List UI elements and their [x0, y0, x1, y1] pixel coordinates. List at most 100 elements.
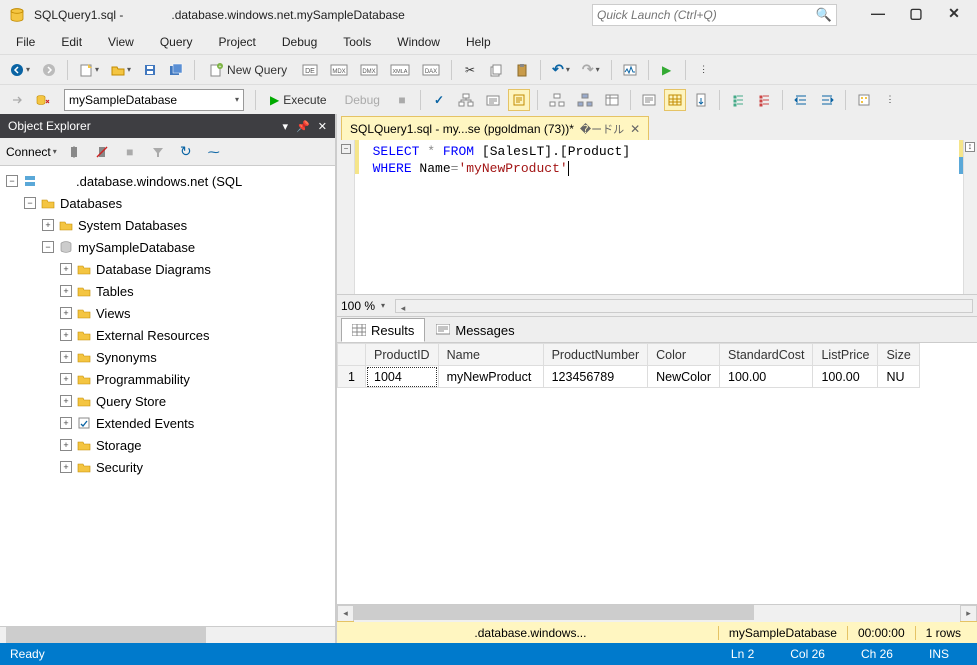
panel-close-icon[interactable]: ✕: [318, 120, 327, 133]
indent-button[interactable]: [790, 89, 812, 111]
start-debug-button[interactable]: ▶: [656, 59, 678, 81]
toolbar-overflow-button[interactable]: ⋮: [693, 59, 715, 81]
toolbar2-overflow-button[interactable]: ⋮: [879, 89, 901, 111]
expand-icon[interactable]: +: [60, 263, 72, 275]
dropdown-icon[interactable]: ▾: [283, 120, 289, 133]
col-color[interactable]: Color: [648, 344, 720, 366]
expand-icon[interactable]: +: [60, 395, 72, 407]
comment-button[interactable]: [727, 89, 749, 111]
col-name[interactable]: Name: [438, 344, 543, 366]
minimize-button[interactable]: —: [861, 0, 895, 26]
tab-close-icon[interactable]: ✕: [630, 122, 640, 136]
tree-child-9[interactable]: +Security: [0, 456, 335, 478]
tree-child-4[interactable]: +Synonyms: [0, 346, 335, 368]
menu-tools[interactable]: Tools: [331, 32, 383, 52]
menu-query[interactable]: Query: [148, 32, 205, 52]
maximize-button[interactable]: ▢: [899, 0, 933, 26]
results-tab[interactable]: Results: [341, 318, 425, 342]
cell-standardcost[interactable]: 100.00: [720, 366, 813, 388]
redo-button[interactable]: ↷▾: [578, 59, 604, 81]
grid-row-1[interactable]: 1 1004 myNewProduct 123456789 NewColor 1…: [338, 366, 920, 388]
expand-icon[interactable]: +: [60, 373, 72, 385]
messages-tab[interactable]: Messages: [425, 318, 525, 342]
cancel-query-button[interactable]: ■: [391, 89, 413, 111]
filter-button[interactable]: [147, 141, 169, 163]
object-explorer-titlebar[interactable]: Object Explorer ▾ 📌 ✕: [0, 114, 335, 138]
execute-button[interactable]: ▶ Execute: [263, 89, 334, 111]
parse-button[interactable]: ✓: [428, 89, 450, 111]
cell-productnumber[interactable]: 123456789: [543, 366, 648, 388]
pin-icon[interactable]: �ードル: [580, 121, 624, 137]
pin-icon[interactable]: 📌: [296, 120, 310, 133]
collapse-region-icon[interactable]: −: [341, 144, 351, 154]
include-plan-button[interactable]: [545, 89, 569, 111]
save-button[interactable]: [139, 59, 161, 81]
tree-mydb-node[interactable]: − mySampleDatabase: [0, 236, 335, 258]
menu-debug[interactable]: Debug: [270, 32, 329, 52]
stop-button[interactable]: ■: [119, 141, 141, 163]
expand-icon[interactable]: +: [60, 417, 72, 429]
editor-tab-active[interactable]: SQLQuery1.sql - my...se (pgoldman (73))*…: [341, 116, 649, 140]
menu-project[interactable]: Project: [207, 32, 268, 52]
new-query-button[interactable]: + New Query: [202, 59, 294, 81]
menu-window[interactable]: Window: [385, 32, 452, 52]
expand-icon[interactable]: +: [60, 461, 72, 473]
col-size[interactable]: Size: [878, 344, 919, 366]
expand-icon[interactable]: +: [60, 351, 72, 363]
display-plan-button[interactable]: [454, 89, 478, 111]
xmla-query-button[interactable]: XMLA: [386, 59, 414, 81]
quick-launch[interactable]: 🔍: [592, 4, 837, 26]
debug-button[interactable]: Debug: [338, 89, 387, 111]
save-all-button[interactable]: [165, 59, 187, 81]
search-icon[interactable]: 🔍: [816, 7, 832, 23]
split-icon[interactable]: ↕: [965, 142, 975, 152]
cell-size[interactable]: NU: [878, 366, 919, 388]
zoom-dropdown-icon[interactable]: ▾: [381, 301, 385, 310]
tree-child-5[interactable]: +Programmability: [0, 368, 335, 390]
results-grid-button[interactable]: [664, 89, 686, 111]
query-options-button[interactable]: [482, 89, 504, 111]
tree-child-3[interactable]: +External Resources: [0, 324, 335, 346]
disconnect-button[interactable]: [91, 141, 113, 163]
mdx-query-button[interactable]: MDX: [326, 59, 352, 81]
results-scrollbar[interactable]: ◂ ▸: [337, 604, 977, 621]
client-stats-button[interactable]: [601, 89, 623, 111]
scroll-right-icon[interactable]: ▸: [960, 605, 977, 622]
change-connection-button[interactable]: [6, 89, 28, 111]
close-button[interactable]: ✕: [937, 0, 971, 26]
tree-child-6[interactable]: +Query Store: [0, 390, 335, 412]
connect-server-button[interactable]: [63, 141, 85, 163]
zoom-level[interactable]: 100 %: [341, 299, 375, 313]
results-file-button[interactable]: [690, 89, 712, 111]
collapse-icon[interactable]: −: [42, 241, 54, 253]
cell-name[interactable]: myNewProduct: [438, 366, 543, 388]
outdent-button[interactable]: [816, 89, 838, 111]
expand-icon[interactable]: +: [60, 285, 72, 297]
collapse-icon[interactable]: −: [6, 175, 18, 187]
intellisense-button[interactable]: [508, 89, 530, 111]
scroll-thumb[interactable]: [354, 605, 754, 620]
open-file-button[interactable]: ▾: [107, 59, 135, 81]
activity-icon[interactable]: ⁓: [203, 141, 225, 163]
editor-right-scrollbar[interactable]: ↕: [963, 140, 977, 294]
de-query-button[interactable]: DE: [298, 59, 322, 81]
collapse-icon[interactable]: −: [24, 197, 36, 209]
tree-child-2[interactable]: +Views: [0, 302, 335, 324]
cell-color[interactable]: NewColor: [648, 366, 720, 388]
tree-child-1[interactable]: +Tables: [0, 280, 335, 302]
new-item-button[interactable]: ▾: [75, 59, 103, 81]
cell-productid[interactable]: 1004: [366, 366, 439, 388]
expand-icon[interactable]: +: [60, 307, 72, 319]
expand-icon[interactable]: +: [60, 439, 72, 451]
grid-corner[interactable]: [338, 344, 366, 366]
sql-line-2[interactable]: WHERE Name='myNewProduct': [357, 161, 977, 178]
scroll-left-icon[interactable]: ◂: [337, 605, 354, 622]
results-text-button[interactable]: [638, 89, 660, 111]
menu-view[interactable]: View: [96, 32, 146, 52]
tree-child-0[interactable]: +Database Diagrams: [0, 258, 335, 280]
tree-server-node[interactable]: − .database.windows.net (SQL: [0, 170, 335, 192]
paste-button[interactable]: [511, 59, 533, 81]
menu-help[interactable]: Help: [454, 32, 503, 52]
tree-child-8[interactable]: +Storage: [0, 434, 335, 456]
sql-line-1[interactable]: SELECT * FROM [SalesLT].[Product]: [357, 144, 977, 161]
